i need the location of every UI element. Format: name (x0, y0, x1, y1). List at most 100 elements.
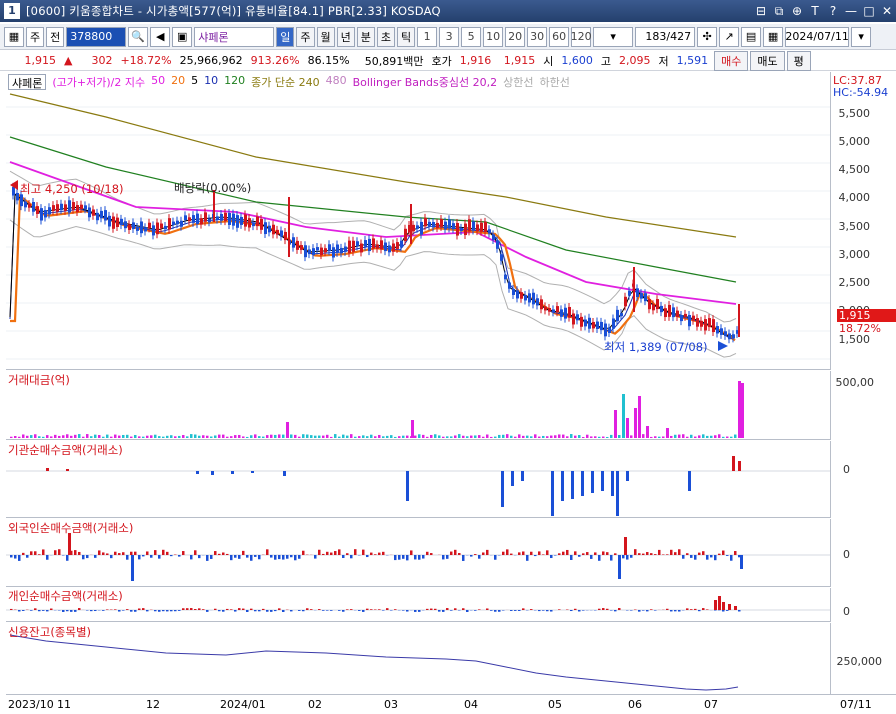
foreign-bar (126, 555, 129, 560)
calendar-icon[interactable]: ▦ (763, 26, 784, 47)
foreign-bar (542, 554, 545, 555)
scope-select[interactable]: 전 (46, 26, 65, 47)
maximize-button[interactable]: □ (860, 4, 878, 18)
high-value: 2,095 (619, 54, 651, 67)
tab-day[interactable]: 일 (276, 26, 295, 47)
candle-body (424, 217, 427, 227)
candle-body (528, 293, 531, 303)
foreign-bar (130, 551, 133, 555)
price-panel[interactable] (6, 72, 830, 370)
amount-bar (498, 434, 501, 438)
interval-30[interactable]: 30 (527, 26, 548, 47)
buy-button[interactable]: 매수 (714, 50, 749, 71)
amount-bar (562, 434, 565, 438)
tab-second[interactable]: 초 (376, 26, 395, 47)
legend-stock-name[interactable]: 샤페론 (8, 74, 47, 90)
count-field[interactable]: 183/427 (635, 26, 696, 47)
candle-body (180, 220, 183, 227)
amount-bar (490, 436, 493, 438)
legend-ma480[interactable]: 480 (326, 74, 347, 90)
candle-body (624, 296, 627, 307)
tab-tick[interactable]: 틱 (397, 26, 416, 47)
link-icon[interactable]: ⊕ (788, 4, 806, 18)
stock-code-input[interactable]: 378800 (66, 26, 127, 47)
interval-20[interactable]: 20 (505, 26, 526, 47)
legend-lower[interactable]: 하한선 (539, 74, 569, 90)
candle-body (132, 222, 135, 230)
candle-body (564, 307, 567, 319)
foreign-bar (398, 555, 401, 560)
amount-bar (694, 436, 697, 438)
tab-month[interactable]: 월 (316, 26, 335, 47)
tab-minute[interactable]: 분 (356, 26, 375, 47)
open-label: 시 (543, 54, 554, 68)
foreign-bar (454, 549, 457, 555)
candle-body (476, 224, 479, 232)
save-icon[interactable]: ▤ (741, 26, 762, 47)
amount-bar (290, 434, 293, 438)
interval-120[interactable]: 120 (571, 26, 592, 47)
foreign-bar (694, 555, 697, 560)
amount-panel[interactable] (6, 371, 830, 440)
candle-body (308, 249, 311, 255)
search-icon[interactable]: 🔍 (128, 26, 149, 47)
amount-bar (234, 435, 237, 438)
tab-year[interactable]: 년 (336, 26, 355, 47)
interval-1[interactable]: 1 (417, 26, 438, 47)
legend-close-240[interactable]: 종가 단순 240 (251, 74, 319, 90)
draw-icon[interactable]: ↗ (719, 26, 740, 47)
credit-panel[interactable] (6, 623, 830, 694)
interval-3[interactable]: 3 (439, 26, 460, 47)
minimize-button[interactable]: — (842, 4, 860, 18)
individual-panel[interactable] (6, 588, 830, 622)
foreign-bar (82, 555, 85, 560)
memo-icon[interactable]: ▣ (172, 26, 193, 47)
legend-ma-label[interactable]: (고가+저가)/2 지수 (52, 74, 145, 90)
candle-body (312, 248, 315, 256)
amount-bar (338, 436, 341, 438)
copy-icon[interactable]: ⧉ (770, 4, 788, 19)
individual-bar (282, 610, 285, 612)
amount-bar (18, 436, 21, 438)
date-dropdown-icon[interactable]: ▾ (851, 26, 872, 47)
foreign-bar (46, 555, 49, 560)
legend-ma20[interactable]: 20 (171, 74, 185, 90)
speaker-icon[interactable]: ◀ (150, 26, 171, 47)
sell-button[interactable]: 매도 (750, 50, 785, 71)
individual-bar (646, 610, 649, 612)
candle-body (692, 315, 695, 321)
legend-ma5[interactable]: 5 (191, 74, 198, 90)
amount-bar (238, 434, 241, 438)
close-button[interactable]: ✕ (878, 4, 896, 18)
candle-body (108, 215, 111, 227)
amount-bar (590, 436, 593, 438)
interval-60[interactable]: 60 (549, 26, 570, 47)
layout-icon[interactable]: ⊟ (752, 4, 770, 18)
candle-body (200, 218, 203, 225)
amount-bar (670, 435, 673, 438)
individual-bar (322, 610, 325, 611)
tab-week[interactable]: 주 (296, 26, 315, 47)
eval-button[interactable]: 평 (786, 50, 811, 71)
legend-upper[interactable]: 상한선 (503, 74, 533, 90)
institution-panel[interactable] (6, 441, 830, 518)
legend-ma50[interactable]: 50 (151, 74, 165, 90)
legend-bollinger[interactable]: Bollinger Bands중심선 20,2 (353, 74, 498, 90)
amount-bar (554, 435, 557, 438)
text-icon[interactable]: T (806, 4, 824, 18)
foreign-bar (698, 552, 701, 555)
interval-5[interactable]: 5 (461, 26, 482, 47)
individual-bar (166, 610, 169, 612)
grid-icon[interactable]: ▦ (4, 26, 24, 47)
tool-icon[interactable]: ✣ (697, 26, 718, 47)
market-select[interactable]: 주 (26, 26, 45, 47)
interval-dropdown[interactable]: ▾ (593, 26, 634, 47)
help-icon[interactable]: ? (824, 4, 842, 18)
foreign-bar (462, 555, 465, 561)
date-field[interactable]: 2024/07/11 (785, 26, 850, 47)
interval-10[interactable]: 10 (483, 26, 504, 47)
legend-ma120[interactable]: 120 (224, 74, 245, 90)
individual-bar (274, 610, 277, 612)
foreign-bar (506, 549, 509, 555)
legend-ma10[interactable]: 10 (204, 74, 218, 90)
